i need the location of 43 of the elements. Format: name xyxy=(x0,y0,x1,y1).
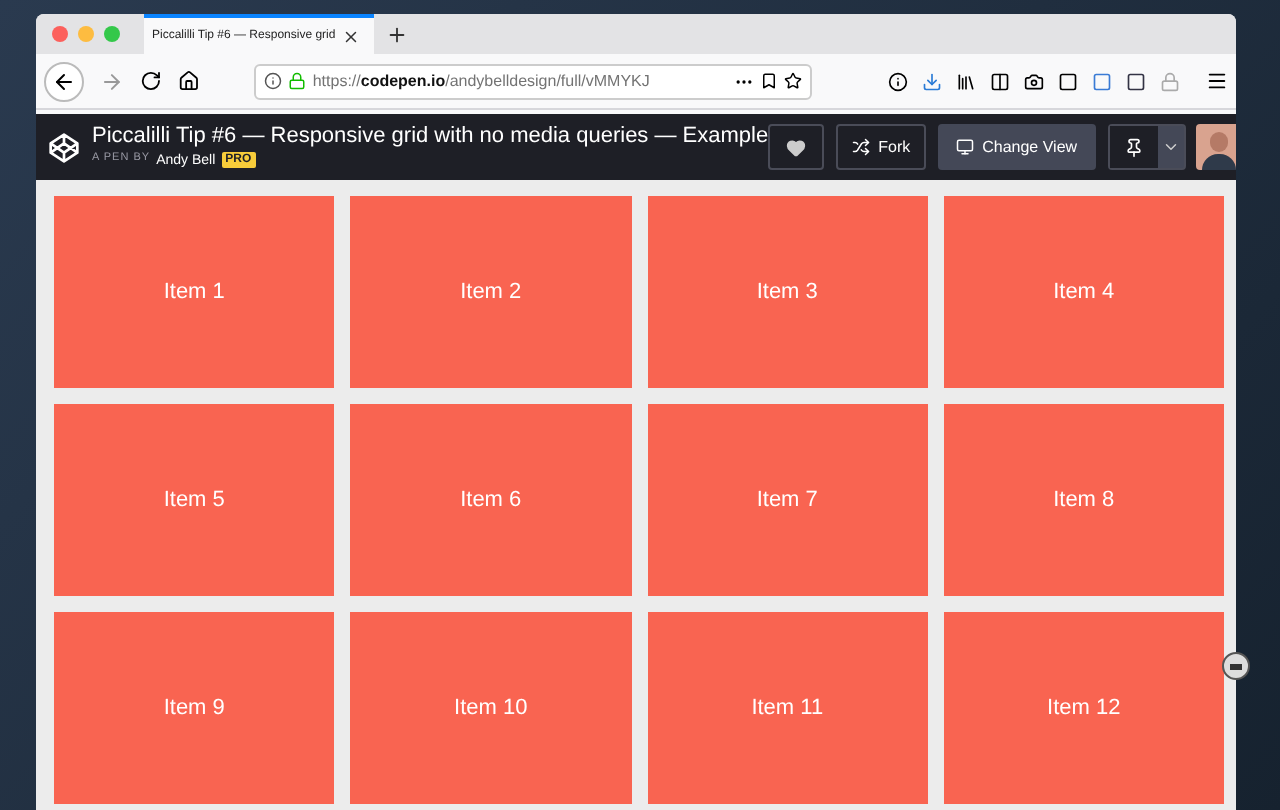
codepen-logo-icon[interactable] xyxy=(48,131,80,163)
info-icon[interactable] xyxy=(264,72,283,90)
pen-title: Piccalilli Tip #6 — Responsive grid with no media queries — Example xyxy=(92,126,769,148)
item-label: Item 3 xyxy=(756,277,818,308)
fork-icon xyxy=(852,138,871,156)
item-label: Item 2 xyxy=(460,277,522,308)
caret-icon[interactable] xyxy=(1161,138,1180,156)
item-label: Item 1 xyxy=(163,277,225,308)
item-label: Item 8 xyxy=(1053,485,1115,516)
lock-icon xyxy=(288,72,307,90)
heart-button[interactable] xyxy=(768,124,825,170)
url-text: https://codepen.io/andybelldesign/full/vMMYKJ xyxy=(312,69,650,93)
library-icon[interactable] xyxy=(956,71,976,91)
back-arrow-icon xyxy=(51,69,76,93)
info-icon[interactable] xyxy=(888,71,908,91)
item-label: Item 4 xyxy=(1053,277,1115,308)
pin-button[interactable] xyxy=(1107,124,1186,170)
forward-icon[interactable] xyxy=(99,69,124,93)
item-label: Item 6 xyxy=(460,485,522,516)
avatar[interactable] xyxy=(1195,124,1236,170)
fork-button[interactable]: Fork xyxy=(836,124,927,170)
item-label: Item 12 xyxy=(1047,693,1121,724)
url-field[interactable]: https://codepen.io/andybelldesign/full/vMMYKJ xyxy=(254,63,812,99)
reload-icon[interactable] xyxy=(139,70,161,92)
item-label: Item 5 xyxy=(163,485,225,516)
camera-icon[interactable] xyxy=(1024,71,1044,91)
change-view-button[interactable]: Change View xyxy=(938,124,1096,170)
item-label: Item 11 xyxy=(751,693,824,724)
back-button[interactable] xyxy=(44,61,84,101)
item-label: Item 10 xyxy=(454,693,528,724)
close-tab-icon[interactable] xyxy=(341,27,360,45)
download-icon[interactable] xyxy=(922,71,942,91)
sidebar-icon[interactable] xyxy=(990,71,1010,91)
star-icon[interactable] xyxy=(784,72,802,90)
home-icon[interactable] xyxy=(177,70,199,92)
pin-icon xyxy=(1123,137,1144,157)
heart-icon xyxy=(786,137,807,157)
menu-icon[interactable] xyxy=(1206,70,1228,92)
new-tab-icon[interactable] xyxy=(386,23,408,45)
monitor-icon xyxy=(956,138,975,156)
item-label: Item 9 xyxy=(163,693,225,724)
pocket-icon[interactable] xyxy=(760,72,778,90)
item-label: Item 7 xyxy=(756,485,818,516)
